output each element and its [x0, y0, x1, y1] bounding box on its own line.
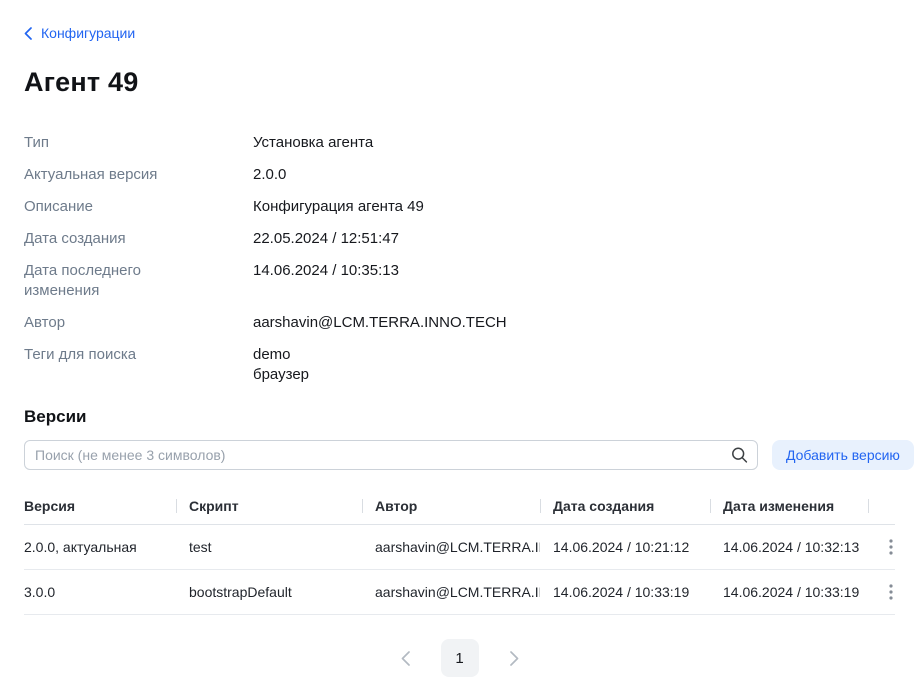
prop-value-description: Конфигурация агента 49: [253, 197, 895, 217]
cell-version: 3.0.0: [24, 570, 176, 615]
column-header-modified: Дата изменения: [710, 488, 868, 525]
table-header-row: Версия Скрипт Автор Дата создания Дата и…: [24, 488, 895, 525]
prop-value-author: aarshavin@LCM.TERRA.INNO.TECH: [253, 313, 895, 333]
kebab-vertical-icon: [889, 584, 893, 600]
cell-author: aarshavin@LCM.TERRA.INNO.TECH: [362, 570, 540, 615]
prop-label-tags: Теги для поиска: [24, 345, 194, 365]
chevron-left-icon: [24, 27, 32, 40]
versions-table: Версия Скрипт Автор Дата создания Дата и…: [24, 488, 895, 615]
column-header-version: Версия: [24, 488, 176, 525]
versions-section-title: Версии: [24, 406, 895, 427]
cell-modified: 14.06.2024 / 10:33:19: [710, 570, 868, 615]
column-header-actions: [868, 488, 895, 525]
prop-value-actual-version: 2.0.0: [253, 165, 895, 185]
add-version-button[interactable]: Добавить версию: [772, 440, 914, 470]
row-menu-button[interactable]: [887, 537, 895, 557]
pagination-next-button[interactable]: [506, 647, 523, 670]
properties-list: Тип Установка агента Актуальная версия 2…: [24, 133, 895, 385]
page-container: Конфигурации Агент 49 Тип Установка аген…: [0, 0, 918, 677]
pagination: 1: [24, 639, 895, 677]
column-header-author: Автор: [362, 488, 540, 525]
prop-value-type: Установка агента: [253, 133, 895, 153]
pagination-current-page[interactable]: 1: [441, 639, 479, 677]
column-header-script: Скрипт: [176, 488, 362, 525]
cell-author: aarshavin@LCM.TERRA.INNO.TECH: [362, 525, 540, 570]
tag-line: браузер: [253, 365, 895, 385]
cell-version: 2.0.0, актуальная: [24, 525, 176, 570]
versions-toolbar: Добавить версию: [24, 440, 895, 470]
cell-actions: [868, 570, 895, 615]
search-icon[interactable]: [731, 447, 748, 464]
chevron-right-icon: [510, 651, 519, 666]
prop-label-actual-version: Актуальная версия: [24, 165, 194, 185]
prop-value-modified-date: 14.06.2024 / 10:35:13: [253, 261, 895, 281]
kebab-vertical-icon: [889, 539, 893, 555]
prop-label-created-date: Дата создания: [24, 229, 194, 249]
page-title: Агент 49: [24, 69, 895, 96]
cell-script: bootstrapDefault: [176, 570, 362, 615]
versions-search-input[interactable]: [24, 440, 758, 470]
cell-modified: 14.06.2024 / 10:32:13: [710, 525, 868, 570]
cell-created: 14.06.2024 / 10:21:12: [540, 525, 710, 570]
column-header-created: Дата создания: [540, 488, 710, 525]
prop-label-modified-date: Дата последнего изменения: [24, 261, 194, 301]
table-row[interactable]: 2.0.0, актуальная test aarshavin@LCM.TER…: [24, 525, 895, 570]
row-menu-button[interactable]: [887, 582, 895, 602]
cell-created: 14.06.2024 / 10:33:19: [540, 570, 710, 615]
prop-value-tags: demo браузер: [253, 345, 895, 385]
pagination-prev-button[interactable]: [397, 647, 414, 670]
table-row[interactable]: 3.0.0 bootstrapDefault aarshavin@LCM.TER…: [24, 570, 895, 615]
prop-label-type: Тип: [24, 133, 194, 153]
cell-script: test: [176, 525, 362, 570]
back-link-label: Конфигурации: [41, 25, 135, 42]
back-link-configurations[interactable]: Конфигурации: [24, 25, 135, 42]
search-field-wrap: [24, 440, 758, 470]
tag-line: demo: [253, 345, 895, 365]
prop-label-description: Описание: [24, 197, 194, 217]
cell-actions: [868, 525, 895, 570]
prop-label-author: Автор: [24, 313, 194, 333]
prop-value-created-date: 22.05.2024 / 12:51:47: [253, 229, 895, 249]
chevron-left-icon: [401, 651, 410, 666]
